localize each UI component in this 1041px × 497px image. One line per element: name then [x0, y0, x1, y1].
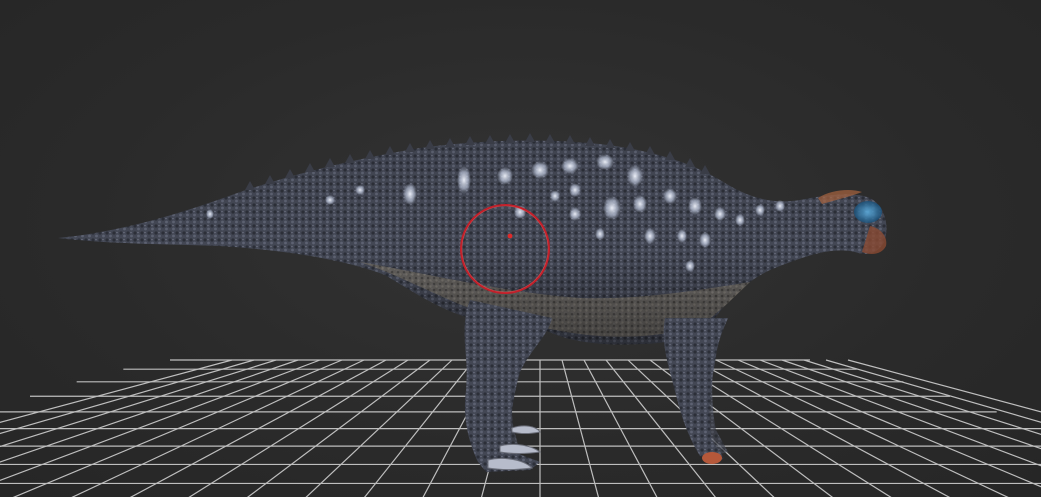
dorsal-spike [505, 134, 515, 143]
dorsal-spike [285, 169, 295, 178]
dorsal-spike [585, 137, 595, 146]
dorsal-spike [565, 135, 575, 144]
skin-spot [550, 190, 560, 202]
dorsal-spike [605, 139, 615, 148]
skin-spot [325, 195, 335, 205]
dorsal-spike [425, 140, 435, 149]
skin-spot [569, 183, 581, 197]
scene-canvas[interactable] [0, 0, 1041, 497]
skin-spot [561, 158, 579, 174]
gizmo-center-dot [507, 233, 513, 239]
dorsal-spike [365, 150, 375, 159]
skin-spot [595, 228, 605, 240]
dorsal-spike [245, 181, 255, 190]
dorsal-spike [265, 175, 275, 184]
dorsal-spike [325, 158, 335, 167]
skin-spot [644, 228, 656, 244]
dorsal-spike [665, 151, 675, 160]
dorsal-spike [405, 143, 415, 152]
skin-spot [699, 232, 711, 248]
skin-spot [497, 167, 513, 185]
skin-spot [596, 154, 614, 170]
skin-spot [627, 165, 643, 187]
skin-spot [403, 183, 417, 205]
skin-spot [633, 195, 647, 213]
skin-spot [531, 161, 549, 179]
skin-spot [677, 229, 687, 243]
skin-spot [457, 166, 471, 194]
dorsal-spike [625, 142, 635, 151]
skin-spot [685, 260, 695, 272]
skin-spot [775, 200, 785, 212]
dinosaur-model[interactable] [58, 133, 887, 472]
dorsal-spike [385, 146, 395, 155]
3d-viewport[interactable] [0, 0, 1041, 497]
skin-spot [688, 197, 702, 215]
skin-spot [355, 185, 365, 195]
dorsal-spike [645, 146, 655, 155]
skin-spot [569, 207, 581, 221]
skin-spot [735, 214, 745, 226]
dorsal-spike [545, 134, 555, 143]
dorsal-spike [700, 165, 710, 174]
dorsal-spike [305, 163, 315, 172]
dorsal-spike [685, 158, 695, 167]
skin-spot [714, 207, 726, 221]
dorsal-spike [445, 138, 455, 147]
dorsal-spike [345, 154, 355, 163]
skin-spot [755, 204, 765, 216]
dorsal-spike [525, 133, 535, 142]
skin-spot [663, 188, 677, 204]
front-foot-claw [702, 452, 722, 464]
skin-spot [603, 196, 621, 220]
dorsal-spike [485, 135, 495, 144]
skin-spot [206, 209, 214, 219]
dorsal-spike [465, 136, 475, 145]
dinosaur-eye [854, 201, 882, 223]
